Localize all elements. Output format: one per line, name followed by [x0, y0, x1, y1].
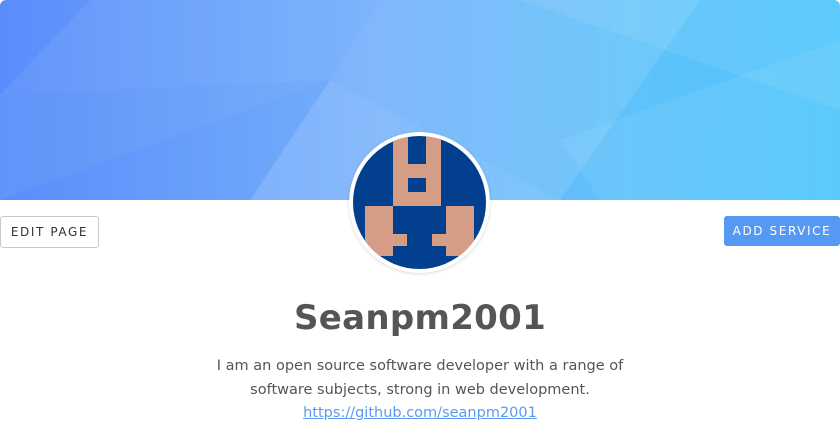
- avatar[interactable]: [349, 132, 490, 273]
- profile-page: EDIT PAGE ADD SERVICE Seanpm2001 I am an…: [0, 0, 840, 439]
- profile-website-link[interactable]: https://github.com/seanpm2001: [303, 405, 537, 421]
- profile-username: Seanpm2001: [293, 298, 547, 338]
- profile-link-row: https://github.com/seanpm2001: [0, 401, 840, 425]
- profile-bio: I am an open source software developer w…: [210, 354, 630, 402]
- identicon-avatar-icon: [353, 136, 486, 269]
- add-service-button[interactable]: ADD SERVICE: [724, 216, 840, 246]
- bio-line: software subjects, strong in web develop…: [250, 382, 590, 398]
- edit-page-button[interactable]: EDIT PAGE: [0, 216, 99, 248]
- bio-line: I am an open source software developer w…: [216, 358, 624, 374]
